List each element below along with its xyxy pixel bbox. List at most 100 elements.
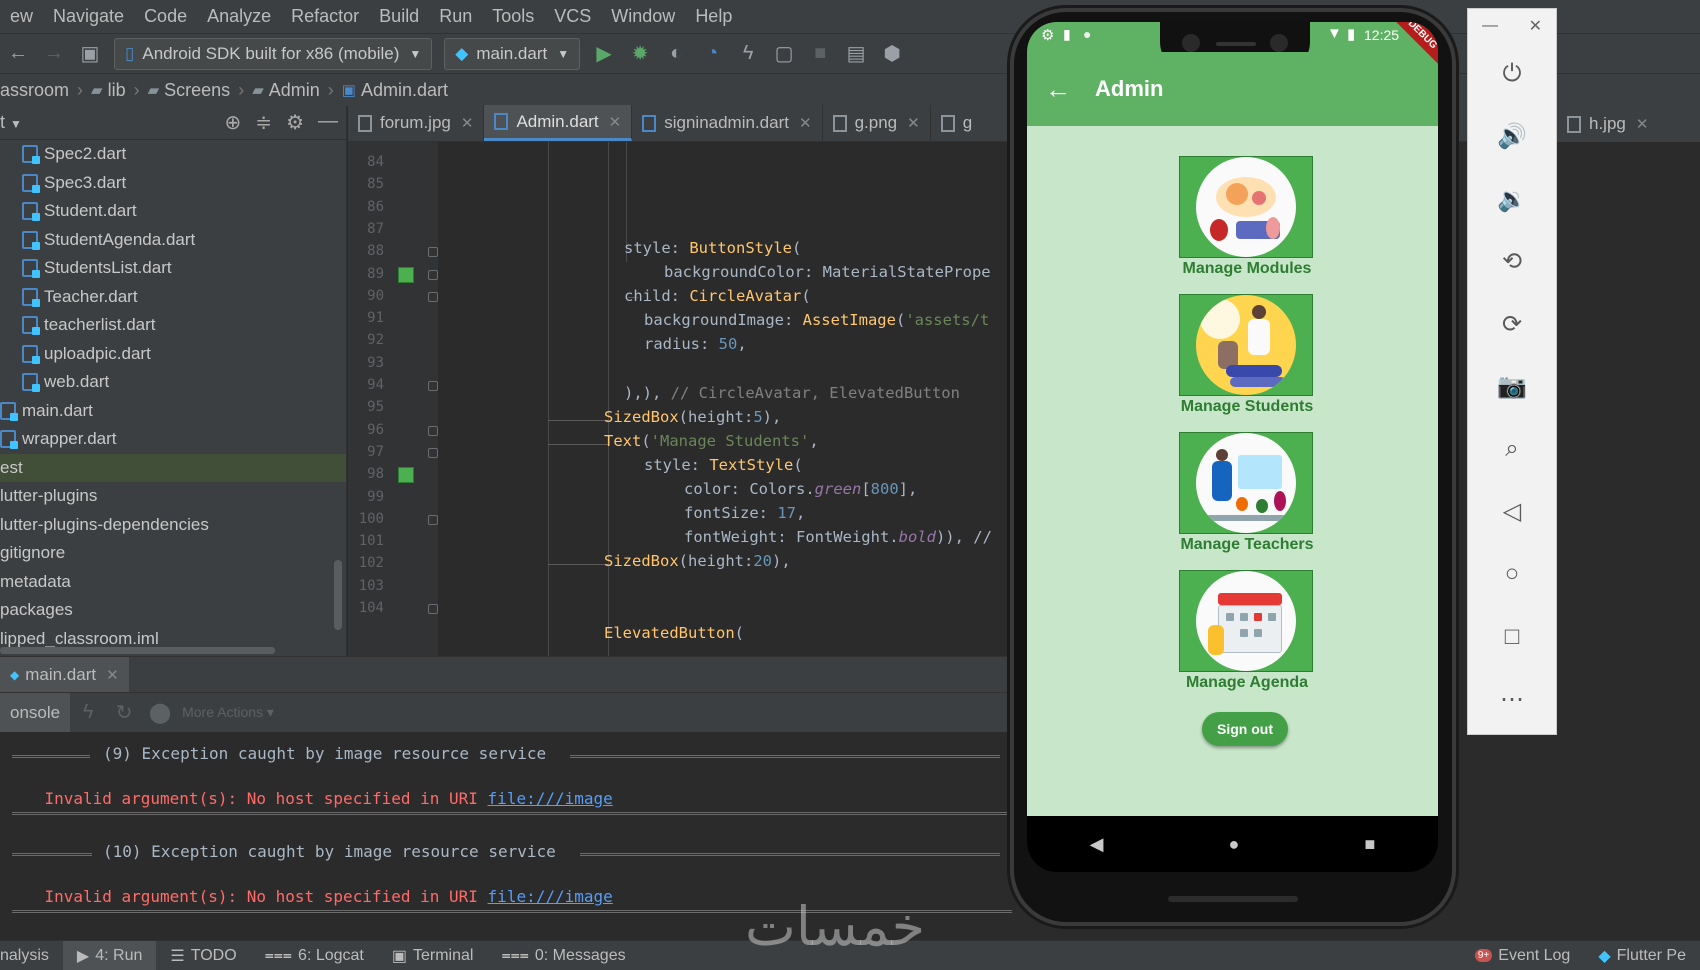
breadcrumb-screens[interactable]: Screens [164, 80, 230, 101]
breadcrumb-project[interactable]: assroom [0, 80, 69, 101]
run-config-selector[interactable]: ◆ main.dart ▼ [444, 37, 581, 70]
tree-item[interactable]: lutter-plugins-dependencies [0, 511, 346, 540]
fold-marker-icon[interactable] [428, 447, 438, 458]
fold-marker-icon[interactable] [428, 425, 438, 436]
menu-view[interactable]: ew [0, 6, 43, 27]
close-icon[interactable]: ✕ [1529, 16, 1542, 36]
gear-icon[interactable]: ⚙ [286, 110, 304, 135]
tool-logcat[interactable]: ⩶ 6: Logcat [251, 947, 378, 965]
menu-code[interactable]: Code [134, 6, 197, 27]
volume-up-icon[interactable]: 🔊 [1468, 106, 1556, 169]
zoom-icon[interactable]: ⌕ [1468, 418, 1556, 481]
fold-marker-icon[interactable] [428, 514, 438, 525]
back-icon[interactable]: ◁ [1468, 481, 1556, 544]
menu-build[interactable]: Build [369, 6, 429, 27]
back-arrow-icon[interactable]: ← [1045, 74, 1075, 105]
breadcrumb-lib[interactable]: lib [108, 80, 126, 101]
tab-admin-dart[interactable]: Admin.dart ✕ [484, 105, 633, 141]
hot-restart-icon[interactable]: ▢ [769, 39, 799, 69]
breadcrumb-file[interactable]: Admin.dart [361, 80, 448, 101]
tree-item[interactable]: Teacher.dart [0, 283, 346, 312]
close-icon[interactable]: ✕ [461, 114, 474, 132]
tool-run[interactable]: ▶ 4: Run [62, 940, 157, 970]
breadcrumb-admin[interactable]: Admin [269, 80, 320, 101]
overview-icon[interactable]: □ [1468, 606, 1556, 669]
manage-students-label[interactable]: Manage Students [1137, 398, 1357, 416]
menu-tools[interactable]: Tools [482, 6, 544, 27]
avd-manager-icon[interactable]: ▤ [841, 39, 871, 69]
restart-icon[interactable]: ↻ [109, 698, 139, 728]
close-icon[interactable]: ✕ [799, 114, 812, 132]
run-icon[interactable]: ▶ [589, 39, 619, 69]
manage-modules-label[interactable]: Manage Modules [1137, 260, 1357, 278]
menu-navigate[interactable]: Navigate [43, 6, 134, 27]
sign-out-button[interactable]: Sign out [1202, 712, 1288, 746]
menu-analyze[interactable]: Analyze [197, 6, 281, 27]
manage-teachers-label[interactable]: Manage Teachers [1137, 536, 1357, 554]
menu-vcs[interactable]: VCS [544, 6, 601, 27]
code-editor[interactable]: style: ButtonStyle( backgroundColor: Mat… [438, 142, 1013, 656]
file-uri-link[interactable]: file:///image [488, 789, 613, 808]
tab-h-jpg[interactable]: h.jpg ✕ [1557, 106, 1700, 142]
color-swatch-icon[interactable] [398, 467, 414, 484]
tool-event-log[interactable]: 9+ Event Log [1461, 947, 1584, 965]
menu-help[interactable]: Help [685, 6, 742, 27]
locate-icon[interactable]: ⊕ [225, 110, 242, 135]
project-horizontal-scrollbar[interactable] [0, 647, 275, 654]
profile-icon[interactable]: ◔ [697, 39, 727, 69]
close-icon[interactable]: ✕ [609, 113, 622, 131]
stop-icon[interactable]: ■ [805, 39, 835, 69]
device-selector[interactable]: ▯ Android SDK built for x86 (mobile) ▼ [114, 37, 433, 70]
forward-icon[interactable]: → [39, 39, 69, 69]
tree-item[interactable]: metadata [0, 568, 346, 597]
menu-refactor[interactable]: Refactor [281, 6, 369, 27]
tab-console[interactable]: onsole [0, 692, 71, 733]
tree-item[interactable]: lutter-plugins [0, 482, 346, 511]
fold-marker-icon[interactable] [428, 291, 438, 302]
nav-home-icon[interactable]: ● [1229, 834, 1240, 855]
tree-item[interactable]: est [0, 453, 346, 482]
manage-agenda-button[interactable] [1179, 570, 1313, 672]
minimize-icon[interactable]: — [1482, 17, 1498, 35]
color-swatch-icon[interactable] [398, 266, 414, 283]
more-icon[interactable]: ⋯ [1468, 668, 1556, 731]
tool-messages[interactable]: ⩶ 0: Messages [487, 947, 639, 965]
tree-item[interactable]: StudentAgenda.dart [0, 226, 346, 255]
hot-reload-icon[interactable]: ϟ [733, 39, 763, 69]
menu-window[interactable]: Window [601, 6, 685, 27]
minimize-icon[interactable]: — [318, 110, 338, 135]
power-icon[interactable]: ⏻ [1468, 43, 1556, 106]
tree-item[interactable]: packages [0, 596, 346, 625]
tab-run-main-dart[interactable]: ◆ main.dart ✕ [0, 656, 129, 693]
rotate-right-icon[interactable]: ⟳ [1468, 293, 1556, 356]
tree-item[interactable]: Spec2.dart [0, 140, 346, 169]
tree-item[interactable]: Student.dart [0, 197, 346, 226]
stop-circle-icon[interactable]: ⬤ [145, 698, 175, 728]
tab-forum-jpg[interactable]: forum.jpg ✕ [348, 105, 485, 141]
home-icon[interactable]: ○ [1468, 543, 1556, 606]
menu-run[interactable]: Run [429, 6, 482, 27]
fold-marker-icon[interactable] [428, 381, 438, 391]
close-icon[interactable]: ✕ [106, 666, 119, 684]
tree-item[interactable]: wrapper.dart [0, 425, 346, 454]
tab-signinadmin-dart[interactable]: signinadmin.dart ✕ [632, 105, 823, 141]
tab-g[interactable]: g [931, 105, 982, 141]
rotate-left-icon[interactable]: ⟲ [1468, 231, 1556, 294]
project-scrollbar[interactable] [334, 560, 342, 630]
tab-g-png[interactable]: g.png ✕ [823, 105, 931, 141]
close-icon[interactable]: ✕ [907, 114, 920, 132]
tree-item[interactable]: web.dart [0, 368, 346, 397]
file-uri-link[interactable]: file:///image [488, 887, 613, 906]
camera-icon[interactable]: 📷 [1468, 356, 1556, 419]
manage-teachers-button[interactable] [1179, 432, 1313, 534]
tree-item[interactable]: teacherlist.dart [0, 311, 346, 340]
tree-item[interactable]: uploadpic.dart [0, 340, 346, 369]
tool-terminal[interactable]: ▣ Terminal [378, 946, 488, 966]
fold-marker-icon[interactable] [428, 604, 438, 614]
lightning-icon[interactable]: ϟ [73, 698, 103, 728]
sdk-manager-icon[interactable]: ⬢ [877, 39, 907, 69]
tool-todo[interactable]: ☰ TODO [156, 946, 250, 966]
project-structure-icon[interactable]: ▣ [75, 39, 105, 69]
tree-item[interactable]: StudentsList.dart [0, 254, 346, 283]
coverage-icon[interactable]: ◐ [661, 39, 691, 69]
